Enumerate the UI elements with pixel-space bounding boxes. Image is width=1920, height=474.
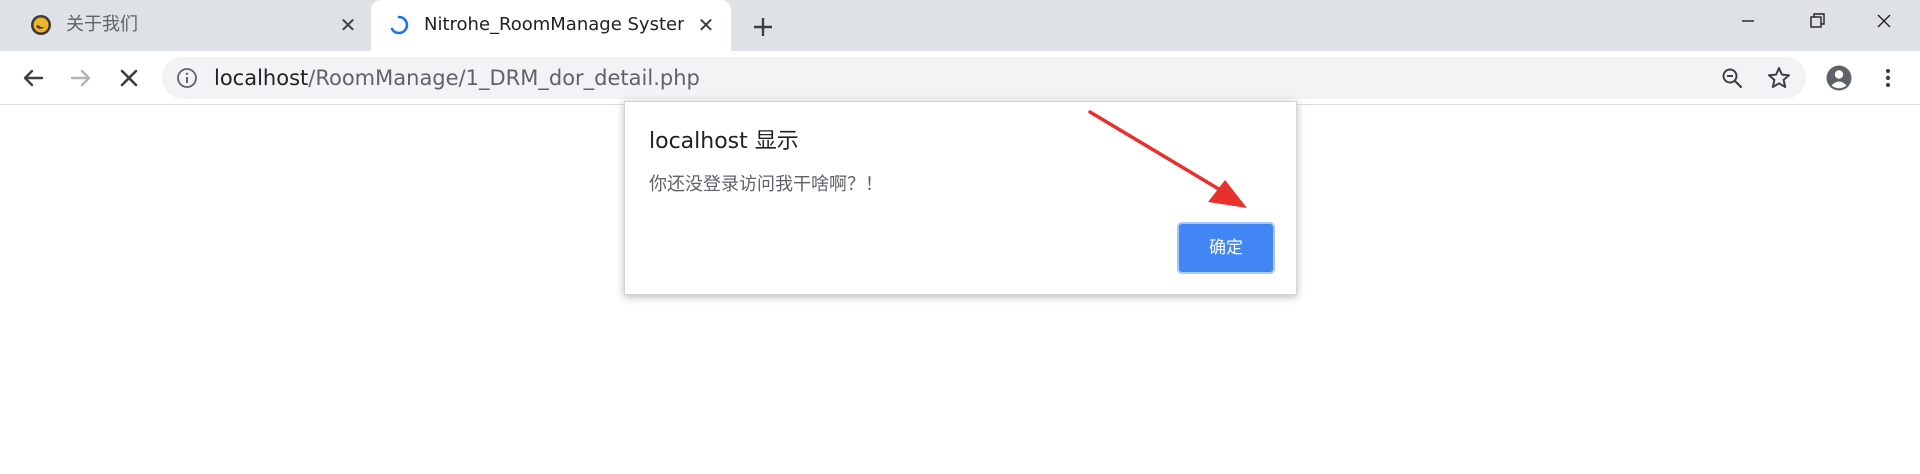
restore-icon[interactable] bbox=[1782, 0, 1850, 44]
tab-title: 关于我们 bbox=[66, 14, 138, 35]
url-host: localhost bbox=[214, 66, 309, 90]
tab-roommanage[interactable]: Nitrohe_RoomManage System ✕ bbox=[371, 0, 731, 51]
site-favicon-icon bbox=[31, 15, 51, 35]
minimize-icon[interactable] bbox=[1714, 0, 1782, 44]
tab-strip: 关于我们 ✕ Nitrohe_RoomManage System ✕ bbox=[0, 0, 1920, 51]
forward-arrow-icon[interactable] bbox=[66, 63, 96, 93]
url-path: /RoomManage/1_DRM_dor_detail.php bbox=[308, 66, 700, 90]
dialog-title: localhost 显示 bbox=[649, 129, 799, 154]
url-text[interactable]: localhost/RoomManage/1_DRM_dor_detail.ph… bbox=[214, 66, 700, 90]
zoom-out-icon[interactable] bbox=[1720, 66, 1744, 90]
back-arrow-icon[interactable] bbox=[18, 63, 48, 93]
stop-loading-icon[interactable] bbox=[114, 63, 144, 93]
info-icon[interactable] bbox=[176, 67, 198, 89]
tab-close-icon[interactable]: ✕ bbox=[694, 13, 718, 37]
tab-title: Nitrohe_RoomManage System bbox=[424, 14, 684, 35]
tab-close-icon[interactable]: ✕ bbox=[336, 13, 360, 37]
tab-about-us[interactable]: 关于我们 ✕ bbox=[0, 0, 370, 51]
ok-button[interactable]: 确定 bbox=[1177, 222, 1275, 274]
new-tab-icon[interactable] bbox=[748, 12, 778, 42]
browser-toolbar: localhost/RoomManage/1_DRM_dor_detail.ph… bbox=[0, 51, 1920, 105]
account-avatar-icon[interactable] bbox=[1824, 63, 1854, 93]
alert-dialog: localhost 显示 你还没登录访问我干啥啊？！ 确定 bbox=[624, 101, 1297, 295]
dialog-message: 你还没登录访问我干啥啊？！ bbox=[649, 174, 883, 195]
address-bar[interactable]: localhost/RoomManage/1_DRM_dor_detail.ph… bbox=[162, 57, 1806, 99]
loading-spinner-icon bbox=[390, 15, 409, 35]
window-close-icon[interactable] bbox=[1850, 0, 1918, 44]
menu-kebab-icon[interactable] bbox=[1876, 63, 1900, 93]
bookmark-star-icon[interactable] bbox=[1766, 65, 1792, 91]
